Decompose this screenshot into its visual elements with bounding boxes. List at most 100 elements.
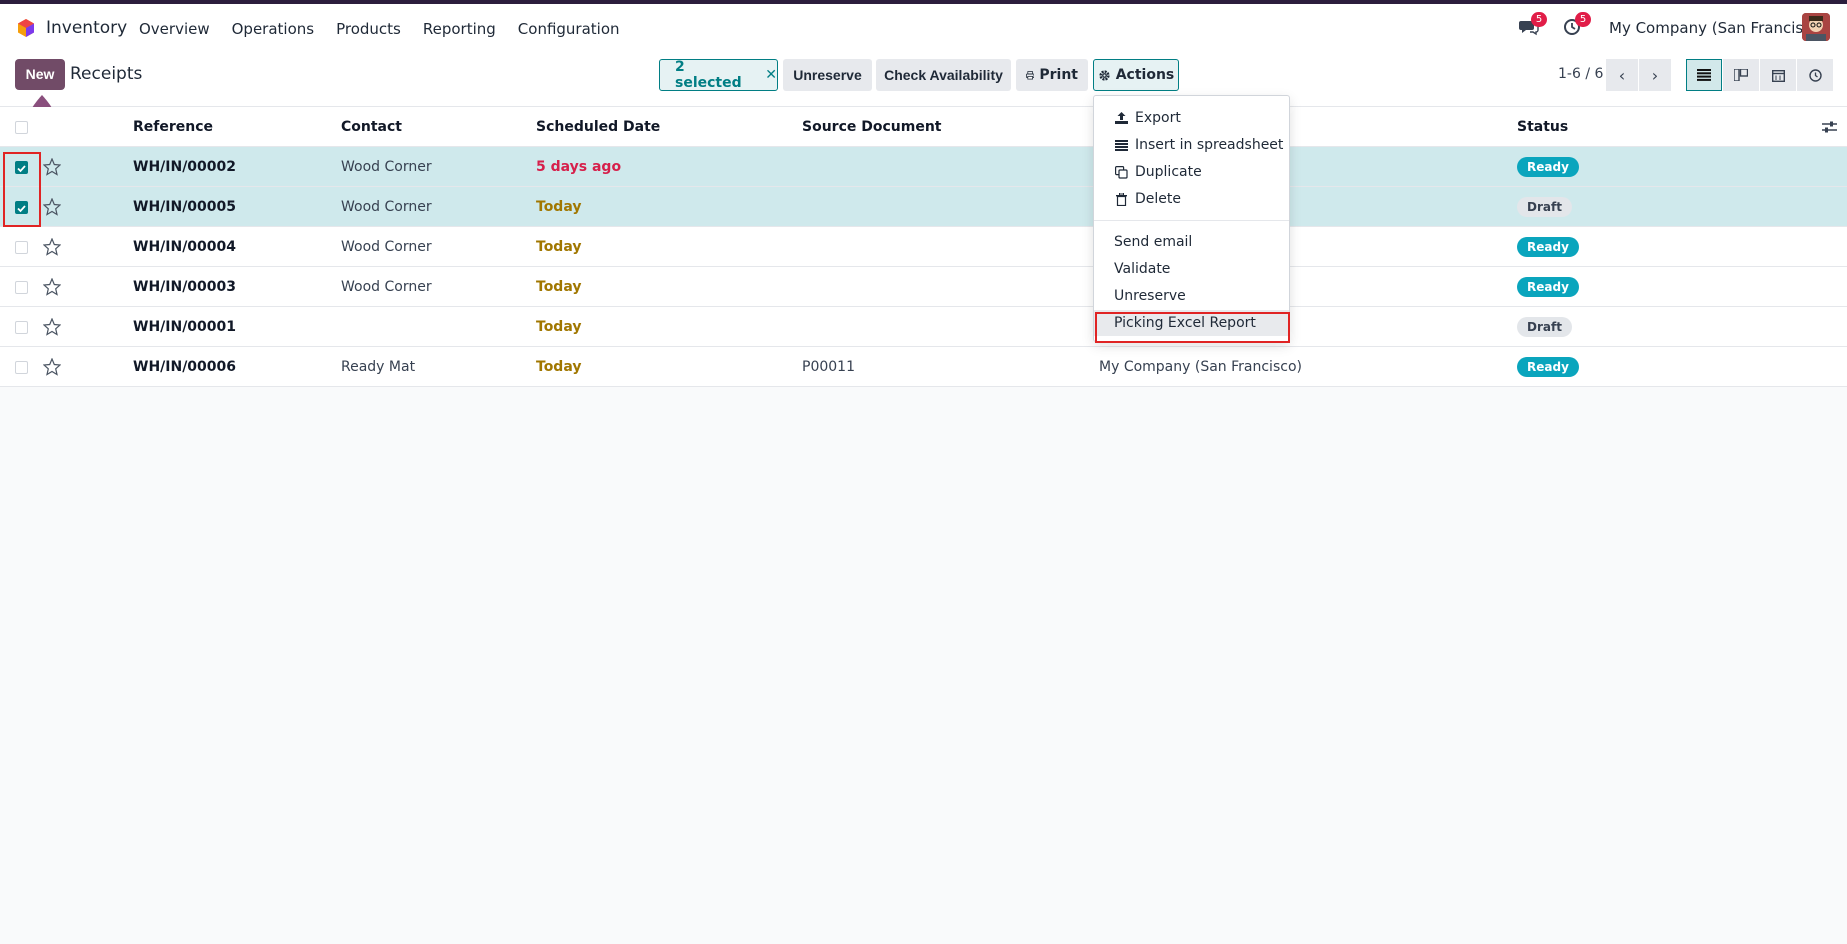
app-name[interactable]: Inventory [46,18,127,38]
favorite-star-icon[interactable] [43,238,61,256]
row-scheduled-date: Today [536,279,582,295]
row-checkbox[interactable] [15,281,28,294]
upload-icon [1114,111,1128,125]
list-icon [1697,69,1711,81]
navbar: Inventory Overview Operations Products R… [0,4,1847,50]
receipts-table: Reference Contact Scheduled Date Source … [0,107,1847,387]
actions-button[interactable]: Actions [1093,59,1179,91]
page-title: Receipts [70,64,143,84]
row-contact: Wood Corner [341,239,432,255]
menu-reporting[interactable]: Reporting [423,20,496,38]
select-all-checkbox[interactable] [15,121,28,134]
print-button[interactable]: Print [1016,59,1088,91]
selection-chip[interactable]: 2 selected ✕ [659,59,778,91]
print-label: Print [1039,67,1078,83]
table-row[interactable]: WH/IN/00003 Wood Corner Today Ready [0,267,1847,307]
table-row[interactable]: WH/IN/00006 Ready Mat Today P00011 My Co… [0,347,1847,387]
status-badge: Ready [1517,277,1579,297]
action-insert-spreadsheet[interactable]: Insert in spreadsheet [1094,132,1289,158]
copy-icon [1114,165,1128,179]
user-avatar[interactable] [1802,13,1830,41]
column-settings-icon[interactable] [1822,120,1837,134]
row-checkbox[interactable] [15,241,28,254]
row-contact: Ready Mat [341,359,416,375]
unreserve-button[interactable]: Unreserve [783,59,872,91]
status-badge: Ready [1517,357,1579,377]
selection-highlight [3,152,41,227]
row-contact: Wood Corner [341,279,432,295]
favorite-star-icon[interactable] [43,198,61,216]
printer-icon [1026,70,1035,79]
row-scheduled-date: 5 days ago [536,159,622,175]
header-contact[interactable]: Contact [341,119,402,135]
list-icon [1114,138,1128,152]
list-view-button[interactable] [1686,59,1722,91]
table-row[interactable]: WH/IN/00005 Wood Corner Today Draft [0,187,1847,227]
row-checkbox[interactable] [15,321,28,334]
favorite-star-icon[interactable] [43,358,61,376]
activities-badge: 5 [1575,12,1591,27]
header-scheduled-date[interactable]: Scheduled Date [536,119,660,135]
pager-value[interactable]: 1-6 / 6 [1558,66,1603,82]
activities-icon[interactable]: 5 [1563,12,1591,36]
menu-products[interactable]: Products [336,20,401,38]
action-delete[interactable]: Delete [1094,186,1289,212]
chevron-left-icon: ‹ [1618,65,1626,85]
table-row[interactable]: WH/IN/00004 Wood Corner Today Ready [0,227,1847,267]
status-badge: Draft [1517,197,1572,217]
row-company: My Company (San Francisco) [1099,359,1302,375]
row-contact: Wood Corner [341,159,432,175]
menu-item-highlight [1095,312,1290,343]
kanban-icon [1734,69,1748,81]
pager-previous-button[interactable]: ‹ [1606,59,1638,91]
control-panel: New Receipts 2 selected ✕ Unreserve Chec… [0,50,1847,127]
messages-badge: 5 [1531,12,1547,27]
gear-icon [1099,69,1110,81]
row-reference: WH/IN/00003 [133,279,237,295]
table-row[interactable]: WH/IN/00001 Today Draft [0,307,1847,347]
header-reference[interactable]: Reference [133,119,213,135]
check-availability-button[interactable]: Check Availability [876,59,1011,91]
clear-selection-icon[interactable]: ✕ [765,67,777,83]
row-checkbox[interactable] [15,361,28,374]
menu-configuration[interactable]: Configuration [518,20,620,38]
menu-divider [1094,220,1289,221]
clock-icon [1808,68,1822,82]
activity-view-button[interactable] [1797,59,1833,91]
action-duplicate[interactable]: Duplicate [1094,159,1289,185]
header-status[interactable]: Status [1517,119,1568,135]
new-button[interactable]: New [15,59,65,90]
action-unreserve[interactable]: Unreserve [1094,283,1289,309]
row-reference: WH/IN/00006 [133,359,237,375]
table-header: Reference Contact Scheduled Date Source … [0,107,1847,147]
actions-dropdown: Export Insert in spreadsheet Duplicate D… [1093,95,1290,342]
row-contact: Wood Corner [341,199,432,215]
calendar-icon [1771,69,1785,82]
trash-icon [1114,192,1128,206]
action-validate[interactable]: Validate [1094,256,1289,282]
row-scheduled-date: Today [536,239,582,255]
row-reference: WH/IN/00001 [133,319,237,335]
calendar-view-button[interactable] [1760,59,1796,91]
table-row[interactable]: WH/IN/00002 Wood Corner 5 days ago Ready [0,147,1847,187]
company-switcher[interactable]: My Company (San Francisco) [1609,19,1826,37]
header-source-document[interactable]: Source Document [802,119,942,135]
row-scheduled-date: Today [536,199,582,215]
action-send-email[interactable]: Send email [1094,229,1289,255]
actions-label: Actions [1115,67,1175,83]
favorite-star-icon[interactable] [43,318,61,336]
row-reference: WH/IN/00002 [133,159,237,175]
kanban-view-button[interactable] [1723,59,1759,91]
favorite-star-icon[interactable] [43,158,61,176]
inventory-app-icon[interactable] [16,18,36,38]
action-export[interactable]: Export [1094,105,1289,131]
messages-icon[interactable]: 5 [1519,12,1547,36]
menu-operations[interactable]: Operations [232,20,314,38]
status-badge: Draft [1517,317,1572,337]
row-reference: WH/IN/00005 [133,199,237,215]
status-badge: Ready [1517,157,1579,177]
pager-next-button[interactable]: › [1639,59,1671,91]
menu-overview[interactable]: Overview [139,20,210,38]
chevron-right-icon: › [1651,65,1659,85]
favorite-star-icon[interactable] [43,278,61,296]
